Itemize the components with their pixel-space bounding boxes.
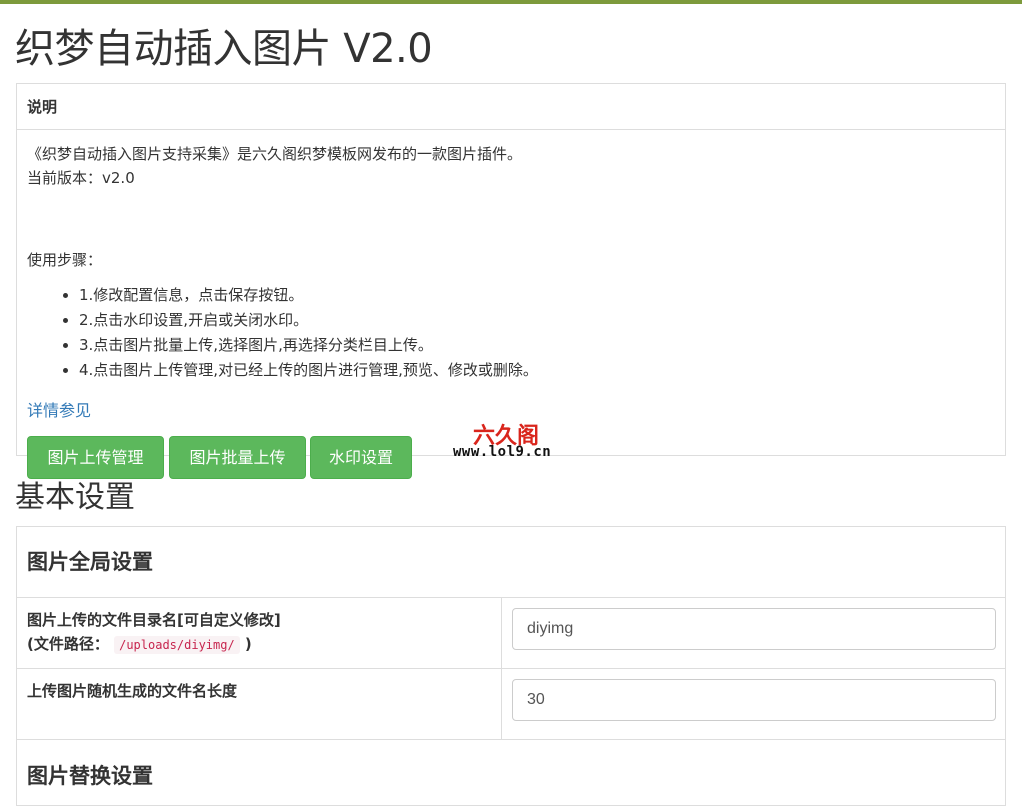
upload-dir-path-note: (文件路径： /uploads/diyimg/ ) [27, 632, 487, 657]
steps-list: 1.修改配置信息，点击保存按钮。 2.点击水印设置,开启或关闭水印。 3.点击图… [27, 283, 538, 383]
filename-length-label: 上传图片随机生成的文件名长度 [27, 682, 238, 700]
steps-label: 使用步骤： [27, 251, 103, 269]
path-suffix: ) [244, 635, 252, 653]
list-item: 2.点击水印设置,开启或关闭水印。 [79, 308, 538, 333]
path-prefix: (文件路径： [27, 635, 109, 653]
list-item: 1.修改配置信息，点击保存按钮。 [79, 283, 538, 308]
upload-dir-input[interactable] [512, 608, 996, 650]
table-row: 图片上传的文件目录名[可自定义修改] (文件路径： /uploads/diyim… [17, 598, 1005, 669]
intro-panel-body: 《织梦自动插入图片支持采集》是六久阁织梦模板网发布的一款图片插件。 当前版本：v… [17, 130, 1005, 479]
watermark-settings-button[interactable]: 水印设置 [310, 436, 412, 479]
filename-length-input[interactable] [512, 679, 996, 721]
table-row: 上传图片随机生成的文件名长度 [17, 669, 1005, 740]
basic-settings-title: 基本设置 [15, 480, 135, 515]
intro-panel-heading: 说明 [17, 84, 1005, 130]
column-divider [501, 669, 502, 739]
top-accent-bar [0, 0, 1022, 4]
global-settings-heading: 图片全局设置 [17, 527, 1005, 598]
upload-dir-label-text: 图片上传的文件目录名[可自定义修改] [27, 611, 281, 629]
path-code: /uploads/diyimg/ [114, 636, 240, 654]
logo-url: www.lol9.cn [453, 444, 552, 460]
site-logo: 六久阁 www.lol9.cn [453, 418, 573, 462]
plugin-description: 《织梦自动插入图片支持采集》是六久阁织梦模板网发布的一款图片插件。 [27, 145, 523, 163]
list-item: 3.点击图片批量上传,选择图片,再选择分类栏目上传。 [79, 333, 538, 358]
column-divider [501, 598, 502, 668]
page-title: 织梦自动插入图片 V2.0 [15, 26, 433, 72]
intro-panel: 说明 《织梦自动插入图片支持采集》是六久阁织梦模板网发布的一款图片插件。 当前版… [16, 83, 1006, 479]
details-link[interactable]: 详情参见 [27, 400, 91, 422]
upload-manage-button[interactable]: 图片上传管理 [27, 436, 164, 479]
upload-dir-label: 图片上传的文件目录名[可自定义修改] (文件路径： /uploads/diyim… [27, 608, 487, 657]
version-text: 当前版本：v2.0 [27, 169, 135, 187]
replace-settings-heading: 图片替换设置 [27, 764, 153, 788]
settings-table: 图片全局设置 图片上传的文件目录名[可自定义修改] (文件路径： /upload… [16, 526, 1006, 806]
list-item: 4.点击图片上传管理,对已经上传的图片进行管理,预览、修改或删除。 [79, 358, 538, 383]
batch-upload-button[interactable]: 图片批量上传 [169, 436, 306, 479]
